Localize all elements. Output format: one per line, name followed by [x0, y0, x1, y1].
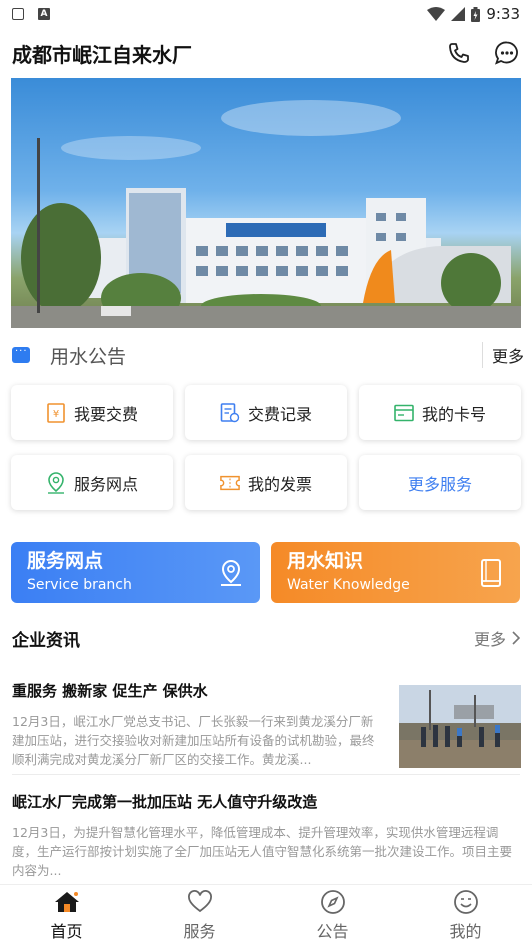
pay-bill-button[interactable]: ¥ 我要交费 [11, 385, 173, 440]
smiley-icon [453, 889, 479, 915]
service-branch-card[interactable]: 服务网点 Service branch [11, 542, 260, 603]
news-divider [12, 774, 520, 775]
phone-button[interactable] [446, 40, 472, 66]
location-pin-icon [221, 559, 241, 586]
service-branch-title: 服务网点 [27, 550, 104, 572]
water-knowledge-card[interactable]: 用水知识 Water Knowledge [271, 542, 520, 603]
app-header: 成都市岷江自来水厂 [0, 28, 532, 78]
tab-mine[interactable]: 我的 [399, 885, 532, 946]
bottom-navigation: 首页 服务 公告 我的 [0, 884, 532, 946]
tab-services-label: 服务 [183, 922, 216, 941]
tab-home-label: 首页 [50, 922, 83, 941]
news-section-title: 企业资讯 [12, 630, 80, 651]
news-more-label: 更多 [473, 630, 506, 649]
my-invoice-label: 我的发票 [247, 474, 312, 494]
service-outlets-button[interactable]: 服务网点 [11, 455, 173, 510]
wifi-icon [427, 7, 446, 21]
tab-services[interactable]: 服务 [133, 885, 266, 946]
service-branch-subtitle: Service branch [27, 577, 132, 593]
water-plant-building-image [11, 100, 521, 328]
page-title: 成都市岷江自来水厂 [12, 42, 192, 67]
payment-records-button[interactable]: 交费记录 [185, 385, 347, 440]
payment-records-label: 交费记录 [247, 404, 312, 424]
news-item-thumbnail[interactable] [399, 685, 521, 768]
notice-title: 用水公告 [50, 345, 127, 368]
water-notice-bar[interactable]: 用水公告 更多 [0, 336, 532, 374]
location-pin-icon [46, 471, 66, 494]
news-item-title: 重服务 搬新家 促生产 保供水 [12, 682, 208, 700]
service-outlets-label: 服务网点 [73, 474, 138, 494]
water-knowledge-subtitle: Water Knowledge [287, 577, 410, 593]
more-services-label: 更多服务 [407, 474, 472, 494]
card-icon [394, 403, 414, 423]
status-bar: A 9:33 [0, 0, 532, 28]
construction-site-photo [399, 685, 521, 768]
notice-divider [482, 342, 483, 368]
news-section-header: 企业资讯 更多 [12, 624, 520, 652]
chevron-right-icon [512, 631, 520, 645]
tab-announcements-label: 公告 [316, 922, 349, 941]
book-icon [481, 559, 501, 587]
notice-message-icon [12, 346, 30, 363]
tab-mine-label: 我的 [449, 922, 482, 941]
phone-icon [449, 43, 469, 63]
payment-icon: ¥ [46, 402, 66, 423]
banner-image[interactable] [11, 78, 521, 328]
news-more-link[interactable]: 更多 [474, 626, 520, 650]
news-item[interactable]: 岷江水厂完成第一批加压站 无人值守升级改造 12月3日，为提升智慧化管理水平，降… [12, 791, 520, 880]
tab-announcements[interactable]: 公告 [266, 885, 399, 946]
my-card-number-label: 我的卡号 [421, 404, 486, 424]
news-item-summary: 12月3日，为提升智慧化管理水平，降低管理成本、提升管理效率，实现供水管理远程调… [12, 825, 513, 878]
news-item-title: 岷江水厂完成第一批加压站 无人值守升级改造 [12, 793, 318, 811]
my-card-number-button[interactable]: 我的卡号 [359, 385, 521, 440]
pay-bill-label: 我要交费 [73, 404, 138, 424]
invoice-icon [220, 473, 240, 493]
record-icon [220, 402, 240, 423]
home-icon [54, 889, 80, 915]
news-item-summary: 12月3日，岷江水厂党总支书记、厂长张毅一行来到黄龙溪分厂新建加压站，进行交接验… [12, 714, 375, 767]
battery-icon [471, 6, 481, 22]
tab-home[interactable]: 首页 [0, 885, 133, 946]
more-services-button[interactable]: 更多服务 [359, 455, 521, 510]
app-notification-icon [12, 8, 24, 20]
water-knowledge-title: 用水知识 [287, 550, 364, 572]
my-invoice-button[interactable]: 我的发票 [185, 455, 347, 510]
heart-icon [187, 889, 213, 915]
compass-icon [320, 889, 346, 915]
svg-text:¥: ¥ [53, 409, 59, 420]
signal-icon [451, 7, 466, 21]
notice-more-link[interactable]: 更多 [492, 343, 524, 367]
chat-bubble-icon [495, 41, 518, 65]
a-notification-icon: A [38, 8, 50, 20]
message-button[interactable] [494, 40, 520, 66]
status-time: 9:33 [486, 5, 520, 23]
